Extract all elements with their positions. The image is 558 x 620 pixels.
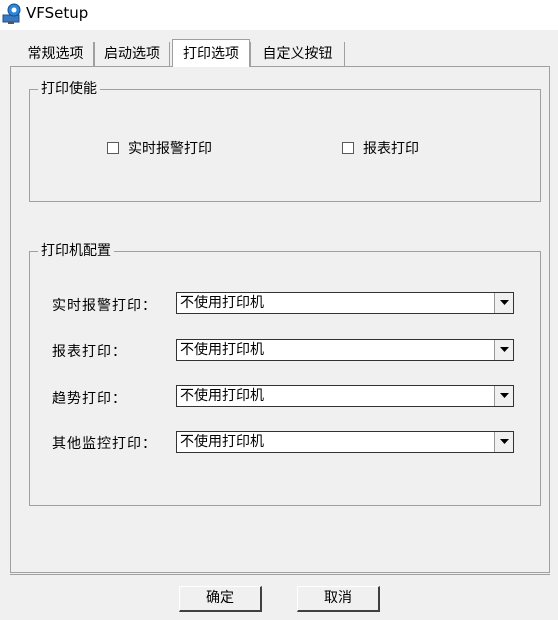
tab-panel-print: 打印使能 实时报警打印 报表打印 打印机配置 <box>10 66 550 573</box>
dropdown-button[interactable] <box>494 293 513 313</box>
tab-startup[interactable]: 启动选项 <box>94 42 170 66</box>
report-printer-select[interactable]: 不使用打印机 <box>176 339 514 361</box>
dropdown-button[interactable] <box>494 386 513 406</box>
realtime-alarm-printer-select[interactable]: 不使用打印机 <box>176 292 514 314</box>
select-value: 不使用打印机 <box>180 388 264 404</box>
dropdown-button[interactable] <box>494 432 513 452</box>
tab-print[interactable]: 打印选项 <box>172 39 250 67</box>
select-value: 不使用打印机 <box>180 295 264 311</box>
printer-config-group: 打印机配置 <box>29 242 541 506</box>
print-enable-group: 打印使能 实时报警打印 报表打印 <box>29 80 541 202</box>
trend-print-label: 趋势打印： <box>52 391 127 407</box>
trend-printer-select[interactable]: 不使用打印机 <box>176 385 514 407</box>
group-title: 打印机配置 <box>38 242 114 260</box>
report-print-checkbox[interactable]: 报表打印 <box>342 138 419 158</box>
other-monitor-printer-select[interactable]: 不使用打印机 <box>176 431 514 453</box>
cancel-button[interactable]: 取消 <box>297 586 380 612</box>
dropdown-button[interactable] <box>494 340 513 360</box>
checkbox-box[interactable] <box>342 142 354 154</box>
checkbox-label: 实时报警打印 <box>128 141 212 157</box>
tab-label: 自定义按钮 <box>262 46 333 62</box>
chevron-down-icon <box>499 393 509 398</box>
checkbox-box[interactable] <box>107 142 119 154</box>
tab-general[interactable]: 常规选项 <box>18 42 94 66</box>
group-title: 打印使能 <box>38 80 100 98</box>
bottom-divider <box>10 574 550 575</box>
window-title: VFSetup <box>26 4 89 22</box>
chevron-down-icon <box>499 439 509 444</box>
tab-label: 启动选项 <box>104 46 160 62</box>
checkbox-label: 报表打印 <box>363 141 419 157</box>
tab-label: 打印选项 <box>183 46 239 62</box>
chevron-down-icon <box>499 347 509 352</box>
realtime-alarm-print-label: 实时报警打印： <box>52 298 157 314</box>
app-computer-icon <box>2 3 21 24</box>
chevron-down-icon <box>499 300 509 305</box>
ok-button[interactable]: 确定 <box>179 586 262 612</box>
tab-custom-buttons[interactable]: 自定义按钮 <box>250 42 345 66</box>
select-value: 不使用打印机 <box>180 434 264 450</box>
select-value: 不使用打印机 <box>180 342 264 358</box>
title-bar: VFSetup <box>0 0 558 30</box>
other-monitor-print-label: 其他监控打印： <box>52 436 157 452</box>
tab-label: 常规选项 <box>27 46 84 62</box>
report-print-label: 报表打印： <box>52 344 127 360</box>
realtime-alarm-print-checkbox[interactable]: 实时报警打印 <box>107 138 212 158</box>
